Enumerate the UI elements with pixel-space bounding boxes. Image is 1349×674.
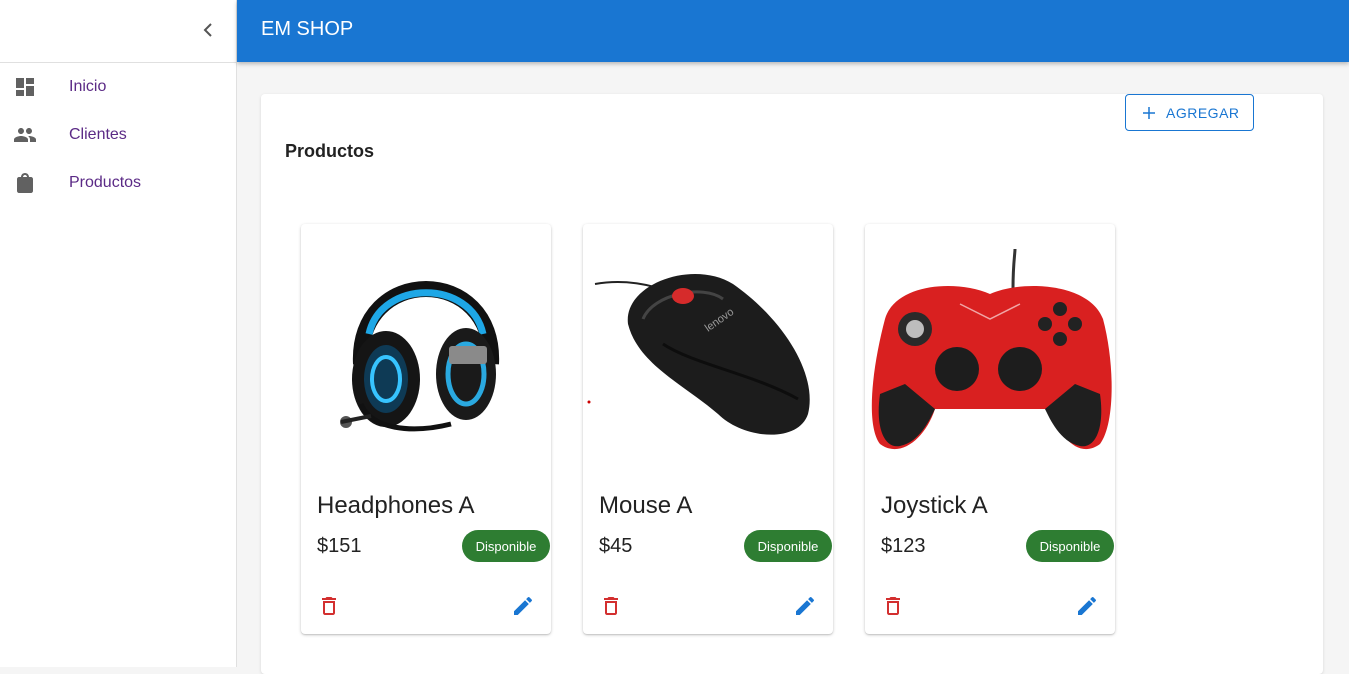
- pencil-icon: [514, 596, 533, 615]
- delete-button[interactable]: [881, 594, 905, 618]
- sidebar-item-inicio[interactable]: Inicio: [0, 63, 236, 111]
- status-badge: Disponible: [744, 530, 832, 562]
- drawer-header: [0, 0, 236, 63]
- people-icon: [14, 128, 36, 142]
- add-product-button[interactable]: AGREGAR: [1125, 94, 1254, 131]
- product-price: $45: [599, 535, 633, 557]
- mouse-image: lenovo: [587, 273, 810, 435]
- pencil-icon: [796, 596, 815, 615]
- sidebar-drawer: Inicio Clientes Productos: [0, 0, 237, 667]
- product-card[interactable]: lenovo Mouse A $45 Disponible: [583, 224, 833, 634]
- product-card[interactable]: Headphones A $151 Disponible: [301, 224, 551, 634]
- delete-button[interactable]: [599, 594, 623, 618]
- product-name: Headphones A: [317, 492, 475, 519]
- sidebar-item-label: Inicio: [69, 78, 107, 95]
- joystick-image: [871, 248, 1112, 450]
- headphones-image: [340, 281, 500, 432]
- edit-button[interactable]: [1075, 594, 1099, 618]
- pencil-icon: [1078, 596, 1097, 615]
- sidebar-item-label: Productos: [69, 174, 142, 191]
- app-bar: EM SHOP: [237, 0, 1349, 62]
- page-title: Productos: [285, 141, 375, 161]
- edit-button[interactable]: [793, 594, 817, 618]
- edit-button[interactable]: [511, 594, 535, 618]
- shopping-bag-icon: [17, 173, 33, 193]
- collapse-drawer-button[interactable]: [196, 18, 220, 42]
- product-price: $123: [881, 535, 926, 557]
- status-badge: Disponible: [1026, 530, 1114, 562]
- trash-icon: [886, 597, 900, 615]
- plus-icon: [1143, 107, 1155, 119]
- trash-icon: [322, 597, 336, 615]
- chevron-left-icon: [203, 23, 212, 37]
- dashboard-icon: [16, 78, 34, 96]
- sidebar-item-clientes[interactable]: Clientes: [0, 111, 236, 159]
- status-badge: Disponible: [462, 530, 550, 562]
- trash-icon: [604, 597, 618, 615]
- sidebar-item-label: Clientes: [69, 126, 127, 143]
- product-card[interactable]: Joystick A $123 Disponible: [865, 224, 1115, 634]
- app-title: EM SHOP: [261, 18, 354, 40]
- product-name: Mouse A: [599, 492, 693, 519]
- product-name: Joystick A: [881, 492, 988, 519]
- add-button-label: AGREGAR: [1166, 105, 1240, 121]
- product-price: $151: [317, 535, 362, 557]
- delete-button[interactable]: [317, 594, 341, 618]
- sidebar-item-productos[interactable]: Productos: [0, 159, 236, 207]
